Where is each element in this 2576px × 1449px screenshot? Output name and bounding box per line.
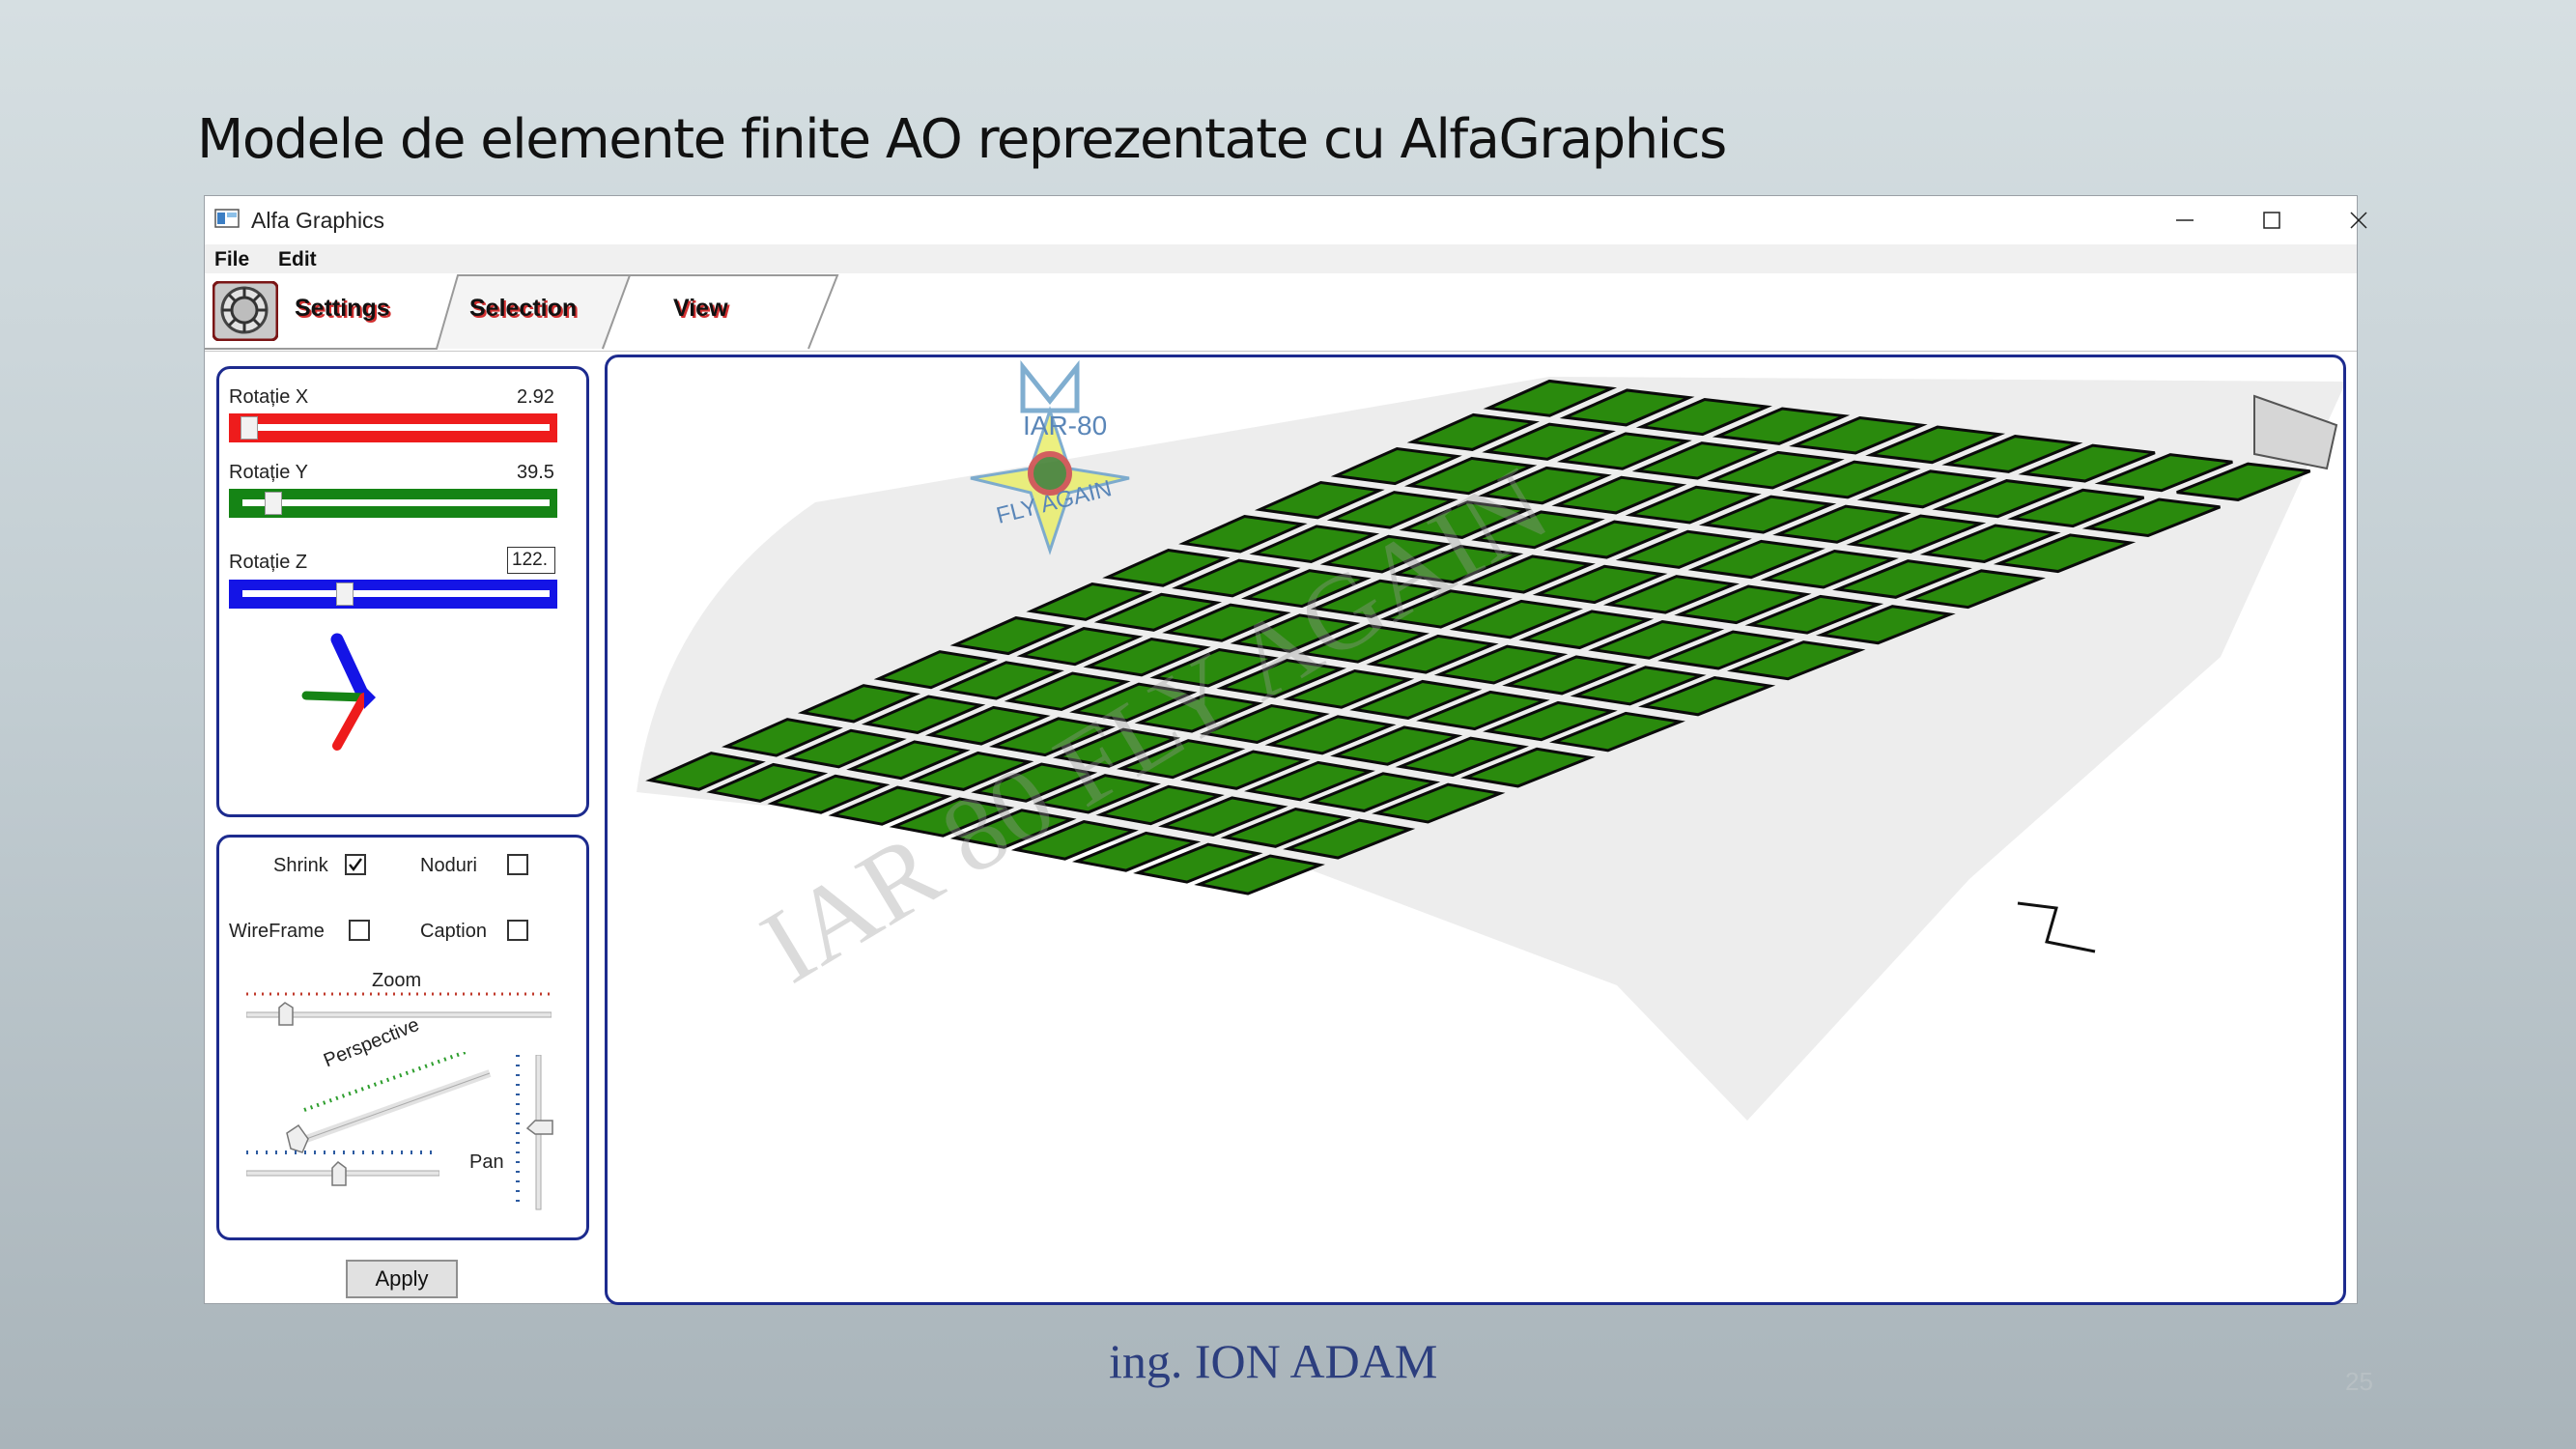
tab-selection[interactable]: Selection — [469, 295, 577, 323]
pan-label: Pan — [469, 1151, 504, 1173]
shrink-checkbox[interactable] — [345, 854, 366, 875]
menu-file[interactable]: File — [214, 248, 249, 271]
minimize-button[interactable] — [2141, 196, 2228, 244]
settings-gear-icon[interactable] — [212, 281, 278, 341]
pan-horizontal-slider[interactable] — [246, 1149, 439, 1187]
checkmark-icon — [349, 858, 362, 871]
app-window: Alfa Graphics File Edit Settings Selecti… — [204, 195, 2367, 1305]
noduri-checkbox[interactable] — [507, 854, 528, 875]
rotation-y-label: Rotație Y — [229, 462, 308, 483]
close-button[interactable] — [2315, 196, 2402, 244]
menu-bar: File Edit — [205, 244, 2357, 273]
tab-view[interactable]: View — [673, 295, 728, 323]
close-icon — [2350, 212, 2367, 229]
slider-track — [242, 424, 550, 431]
rotation-panel: Rotație X 2.92 Rotație Y 39.5 Rotație Z … — [216, 366, 589, 817]
detached-wire — [2017, 901, 2096, 953]
window-title: Alfa Graphics — [251, 208, 385, 233]
rotation-z-label: Rotație Z — [229, 552, 308, 573]
wireframe-checkbox[interactable] — [349, 920, 370, 941]
slider-track — [242, 499, 550, 506]
logo-text-top: IAR-80 — [1023, 411, 1107, 440]
tab-bar: Settings Selection View — [205, 273, 2357, 352]
rotation-y-value: 39.5 — [517, 462, 554, 483]
fem-mesh-view[interactable]: IAR 80 FLY AGAINIAR-80FLY AGAIN — [608, 357, 2343, 1302]
minimize-icon — [2176, 219, 2194, 221]
slide-title: Modele de elemente finite AO reprezentat… — [197, 108, 1727, 171]
apply-button[interactable]: Apply — [346, 1260, 458, 1298]
model-viewport[interactable]: IAR 80 FLY AGAIN IAR-80 FLY AGAIN — [605, 355, 2346, 1305]
noduri-label: Noduri — [420, 855, 477, 876]
title-bar: Alfa Graphics — [205, 196, 2367, 244]
axis-gizmo-icon — [301, 633, 376, 751]
rotation-z-slider[interactable] — [229, 580, 557, 609]
rotation-x-slider[interactable] — [229, 413, 557, 442]
author-footer: ing. ION ADAM — [1109, 1334, 1438, 1388]
tab-settings[interactable]: Settings — [295, 295, 390, 323]
slider-track — [242, 590, 550, 597]
maximize-icon — [2263, 212, 2280, 229]
menu-edit[interactable]: Edit — [278, 248, 317, 271]
rotation-x-value: 2.92 — [517, 386, 554, 408]
zoom-label: Zoom — [372, 970, 422, 991]
rotation-y-slider[interactable] — [229, 489, 557, 518]
options-panel: Shrink Noduri WireFrame Caption Zoom Per… — [216, 835, 589, 1240]
shrink-label: Shrink — [273, 855, 328, 876]
maximize-button[interactable] — [2228, 196, 2315, 244]
pan-vertical-slider[interactable] — [514, 1055, 556, 1214]
slider-thumb[interactable] — [336, 582, 354, 606]
caption-label: Caption — [420, 921, 487, 942]
app-icon — [214, 209, 240, 228]
wireframe-label: WireFrame — [229, 921, 325, 942]
page-number: 25 — [2345, 1367, 2373, 1396]
slider-thumb[interactable] — [240, 416, 258, 440]
rotation-z-input[interactable]: 122. — [507, 547, 555, 574]
slider-thumb[interactable] — [265, 492, 283, 515]
caption-checkbox[interactable] — [507, 920, 528, 941]
rotation-x-label: Rotație X — [229, 386, 309, 408]
